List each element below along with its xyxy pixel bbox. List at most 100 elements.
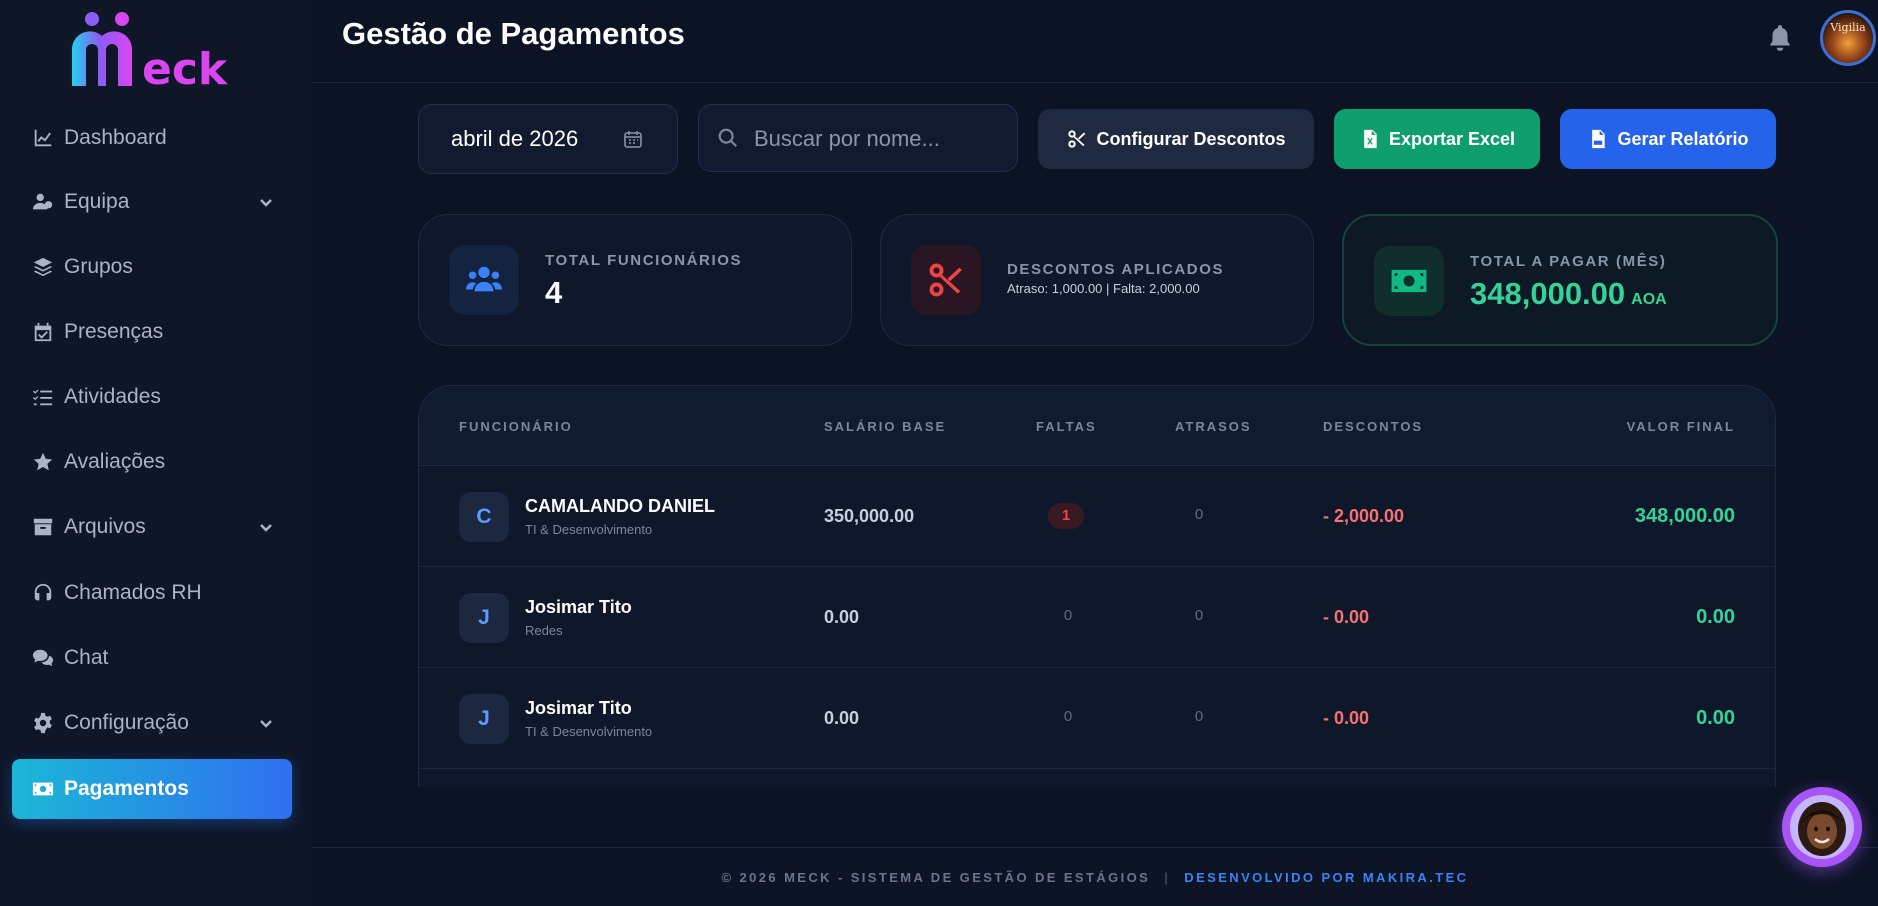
calendar-check-icon [30, 319, 56, 345]
calendar-icon[interactable] [623, 129, 645, 151]
sidebar-item-label: Equipa [64, 190, 130, 213]
discount-amount: - 0.00 [1323, 708, 1370, 728]
sidebar-item-equipa[interactable]: Equipa [12, 172, 292, 232]
sidebar-item-atividades[interactable]: Atividades [12, 367, 292, 427]
final-amount: 0.00 [1696, 707, 1735, 729]
search-icon [717, 127, 741, 151]
scissors-icon [911, 245, 981, 315]
assistant-face-icon [1790, 795, 1854, 859]
configure-discounts-label: Configurar Descontos [1096, 128, 1286, 149]
file-excel-icon [1359, 128, 1381, 150]
employee-department: Redes [525, 623, 563, 638]
archive-icon [30, 514, 56, 540]
chevron-down-icon [258, 192, 274, 208]
column-header-delays[interactable]: ATRASOS [1175, 419, 1252, 434]
comments-icon [30, 645, 56, 671]
table-header: FUNCIONÁRIO SALÁRIO BASE FALTAS ATRASOS … [419, 386, 1775, 466]
absences-badge: 1 [1048, 503, 1084, 529]
footer-separator: | [1164, 870, 1171, 885]
money-bill-icon [1374, 246, 1444, 316]
developer-link[interactable]: DESENVOLVIDO POR MAKIRA.TEC [1184, 870, 1468, 885]
employee-initial-avatar: J [459, 593, 509, 643]
discount-amount: - 0.00 [1323, 607, 1370, 627]
payments-table: FUNCIONÁRIO SALÁRIO BASE FALTAS ATRASOS … [418, 385, 1776, 787]
sidebar-item-label: Arquivos [64, 515, 146, 538]
base-salary: 0.00 [824, 607, 860, 627]
sidebar-item-label: Dashboard [64, 126, 167, 149]
notification-bell-icon[interactable] [1767, 24, 1795, 54]
stat-card-discounts: DESCONTOS APLICADOS Atraso: 1,000.00 | F… [880, 214, 1314, 346]
absences-count: 0 [1063, 607, 1073, 624]
copyright: © 2026 MECK - SISTEMA DE GESTÃO DE ESTÁG… [721, 870, 1151, 885]
table-row[interactable]: J Josimar Tito Redes 0.00 0 0 - 0.00 0.0… [419, 567, 1775, 668]
base-salary: 350,000.00 [824, 506, 915, 526]
employee-name: Josimar Tito [525, 698, 632, 718]
stat-label: DESCONTOS APLICADOS [1007, 261, 1225, 278]
table-row[interactable]: J Josimar Tito TI & Desenvolvimento 0.00… [419, 668, 1775, 769]
users-icon [449, 245, 519, 315]
sidebar-item-chamados-rh[interactable]: Chamados RH [12, 563, 292, 623]
sidebar-item-pagamentos[interactable]: Pagamentos [12, 759, 292, 819]
footer: © 2026 MECK - SISTEMA DE GESTÃO DE ESTÁG… [312, 847, 1878, 906]
sidebar-item-label: Pagamentos [64, 777, 189, 800]
generate-report-button[interactable]: Gerar Relatório [1560, 109, 1776, 169]
task-list-icon [30, 384, 56, 410]
sidebar-item-label: Configuração [64, 711, 189, 734]
employee-name: CAMALANDO DANIEL [525, 496, 715, 516]
chat-assistant-avatar[interactable] [1782, 787, 1862, 867]
sidebar-item-label: Chat [64, 646, 109, 669]
table-row[interactable]: C CAMALANDO DANIEL TI & Desenvolvimento … [419, 466, 1775, 567]
export-excel-label: Exportar Excel [1388, 128, 1516, 149]
column-header-final[interactable]: VALOR FINAL [1627, 419, 1735, 434]
configure-discounts-button[interactable]: Configurar Descontos [1038, 109, 1314, 169]
page-title: Gestão de Pagamentos [342, 16, 685, 51]
sidebar-item-label: Presenças [64, 320, 164, 343]
search-field[interactable] [698, 104, 1018, 172]
total-amount: 348,000.00 [1470, 276, 1626, 311]
base-salary: 0.00 [824, 708, 860, 728]
chevron-down-icon [258, 517, 274, 533]
column-header-absences[interactable]: FALTAS [1036, 419, 1097, 434]
sidebar-item-label: Avaliações [64, 450, 166, 473]
sidebar-item-grupos[interactable]: Grupos [12, 237, 292, 297]
logo-text: eck [142, 44, 229, 94]
stat-card-employees: TOTAL FUNCIONÁRIOS 4 [418, 214, 852, 346]
sidebar: eck Dashboard Equipa Grupos Presenças At… [0, 0, 312, 906]
stat-value: 348,000.00 AOA [1470, 276, 1667, 312]
sidebar-item-chat[interactable]: Chat [12, 628, 292, 688]
sidebar-item-arquivos[interactable]: Arquivos [12, 497, 292, 557]
search-input[interactable] [754, 119, 1004, 159]
generate-report-label: Gerar Relatório [1617, 128, 1749, 149]
sidebar-item-avaliacoes[interactable]: Avaliações [12, 432, 292, 492]
final-amount: 348,000.00 [1634, 505, 1735, 527]
final-amount: 0.00 [1696, 606, 1735, 628]
column-header-discounts[interactable]: DESCONTOS [1323, 419, 1423, 434]
footer-text: © 2026 MECK - SISTEMA DE GESTÃO DE ESTÁG… [312, 870, 1878, 885]
sidebar-item-configuracao[interactable]: Configuração [12, 693, 292, 753]
delays-count: 0 [1194, 607, 1204, 624]
column-header-salary[interactable]: SALÁRIO BASE [824, 419, 946, 434]
discount-detail: Atraso: 1,000.00 | Falta: 2,000.00 [1007, 281, 1200, 296]
chart-line-icon [30, 125, 56, 151]
top-header: Gestão de Pagamentos Vigilia [312, 0, 1878, 83]
month-value: abril de 2026 [451, 126, 579, 151]
column-header-employee[interactable]: FUNCIONÁRIO [459, 419, 573, 434]
sidebar-item-presencas[interactable]: Presenças [12, 302, 292, 362]
sidebar-item-label: Atividades [64, 385, 161, 408]
layers-icon [30, 254, 56, 280]
meck-logo[interactable]: eck [70, 10, 250, 94]
export-excel-button[interactable]: Exportar Excel [1334, 109, 1540, 169]
user-avatar[interactable]: Vigilia [1820, 10, 1876, 66]
users-cog-icon [30, 189, 56, 215]
scissors-icon [1066, 128, 1088, 150]
sidebar-item-label: Grupos [64, 255, 133, 278]
stat-value: 4 [545, 275, 563, 310]
delays-count: 0 [1194, 708, 1204, 725]
employee-department: TI & Desenvolvimento [525, 724, 653, 739]
month-picker[interactable]: abril de 2026 [418, 104, 678, 174]
absences-count: 0 [1063, 708, 1073, 725]
avatar-caption: Vigilia [1830, 21, 1866, 34]
stat-label: TOTAL FUNCIONÁRIOS [545, 252, 743, 269]
stat-label: TOTAL A PAGAR (MÊS) [1470, 253, 1667, 270]
sidebar-item-dashboard[interactable]: Dashboard [12, 108, 292, 168]
